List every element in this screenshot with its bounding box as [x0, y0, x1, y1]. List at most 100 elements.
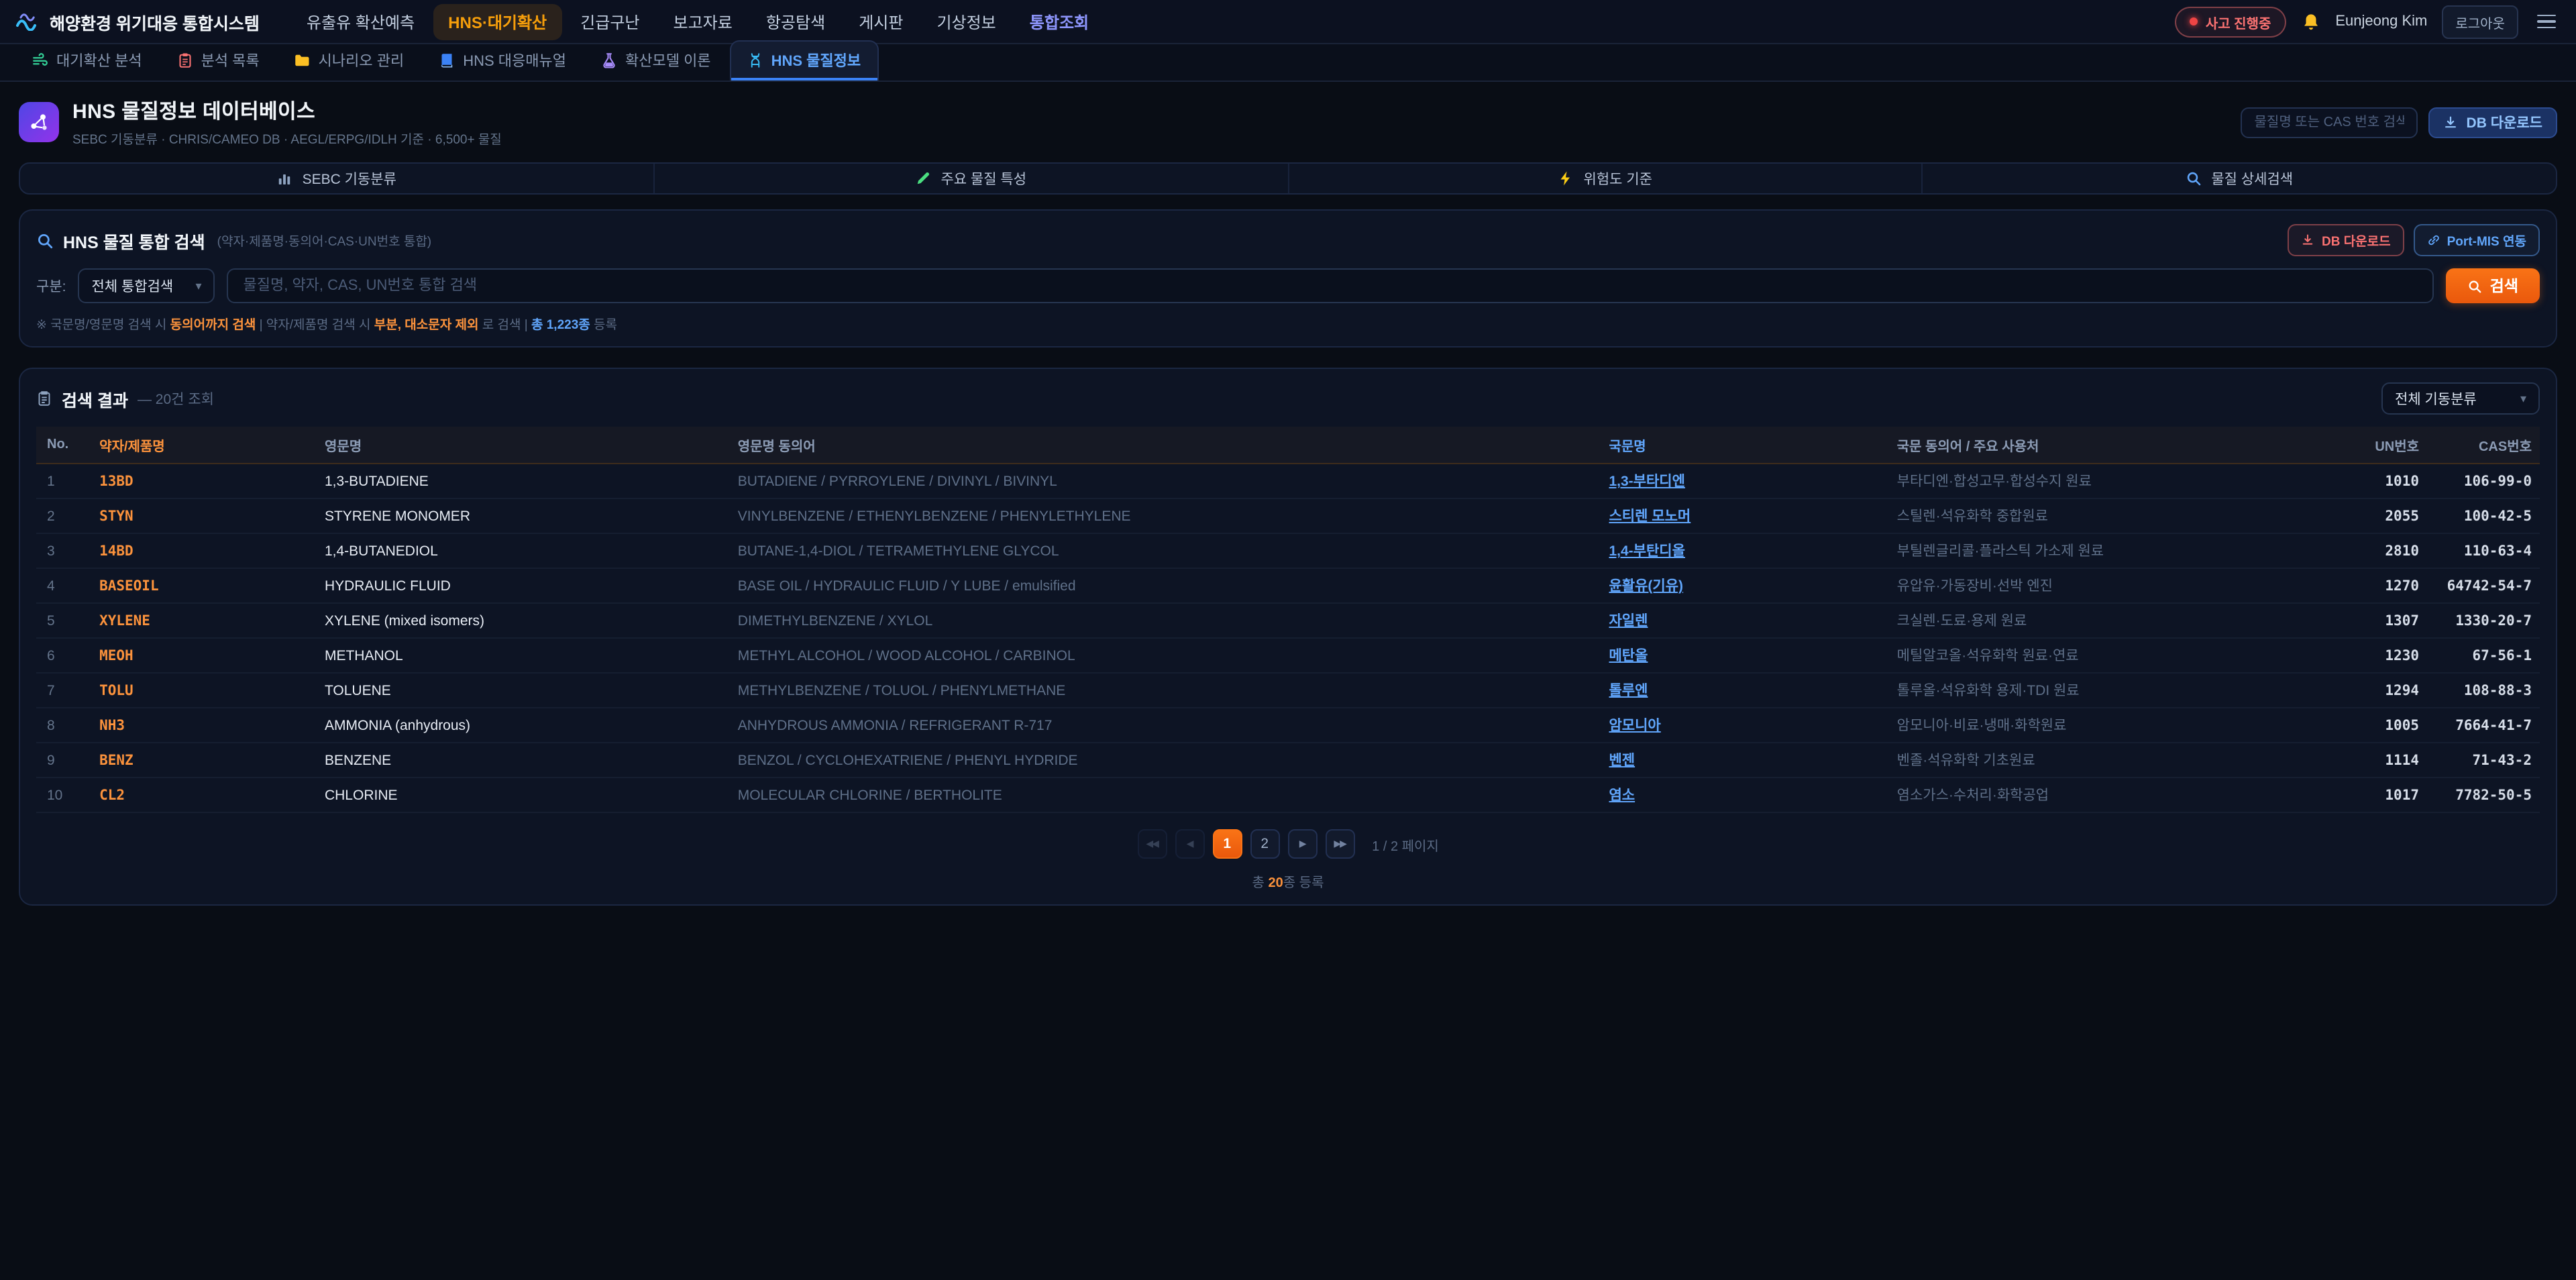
lightning-icon: [1558, 170, 1574, 186]
search-panel-header: HNS 물질 통합 검색 (약자·제품명·동의어·CAS·UN번호 통합) DB…: [36, 224, 2540, 256]
clipboard-icon: [177, 52, 193, 68]
nav-item-8[interactable]: 통합조회: [1015, 3, 1104, 40]
page-header: HNS 물질정보 데이터베이스 SEBC 기동분류 · CHRIS/CAMEO …: [0, 82, 2576, 160]
cell-kr_syn: 부틸렌글리콜·플라스틱 가소제 원료: [1889, 533, 2314, 568]
flask-icon: [601, 52, 617, 68]
table-row: 4BASEOILHYDRAULIC FLUIDBASE OIL / HYDRAU…: [36, 568, 2540, 603]
chip-db-label: DB 다운로드: [2322, 231, 2391, 250]
cell-en_syn: BUTANE-1,4-DIOL / TETRAMETHYLENE GLYCOL: [730, 533, 1601, 568]
nav-item-5[interactable]: 항공탐색: [751, 3, 840, 40]
cell-un: 1005: [2314, 708, 2427, 743]
feature-label: 위험도 기준: [1584, 168, 1652, 189]
cell-no: 1: [36, 464, 91, 498]
cell-en: TOLUENE: [317, 673, 730, 708]
cell-en_syn: BENZOL / CYCLOHEXATRIENE / PHENYL HYDRID…: [730, 743, 1601, 778]
cell-no: 7: [36, 673, 91, 708]
search-button-label: 검색: [2490, 275, 2518, 297]
table-row: 2STYNSTYRENE MONOMERVINYLBENZENE / ETHEN…: [36, 498, 2540, 533]
results-count: — 20건 조회: [138, 388, 214, 409]
tab-1[interactable]: 대기확산 분석: [16, 42, 158, 81]
app-logo[interactable]: 해양환경 위기대응 통합시스템: [16, 9, 260, 34]
column-header-3: 영문명: [317, 427, 730, 464]
cell-kr_syn: 벤졸·석유화학 기초원료: [1889, 743, 2314, 778]
substance-kr-link[interactable]: 1,4-부탄디올: [1609, 543, 1684, 559]
category-label: 구분:: [36, 276, 66, 296]
unified-search-input[interactable]: [227, 268, 2434, 303]
page-button-1[interactable]: 1: [1212, 829, 1242, 859]
substance-kr-link[interactable]: 메탄올: [1609, 648, 1648, 664]
pagination: ◀◀◀12▶▶▶1 / 2 페이지: [36, 829, 2540, 859]
cell-en_syn: DIMETHYLBENZENE / XYLOL: [730, 603, 1601, 638]
substance-kr-link[interactable]: 톨루엔: [1609, 683, 1648, 699]
feature-item-4[interactable]: 물질 상세검색: [1922, 164, 2557, 193]
nav-item-1[interactable]: 유출유 확산예측: [292, 3, 429, 40]
last-page-button[interactable]: ▶▶: [1325, 829, 1354, 859]
table-row: 7TOLUTOLUENEMETHYLBENZENE / TOLUOL / PHE…: [36, 673, 2540, 708]
nav-item-2[interactable]: HNS·대기확산: [433, 3, 561, 40]
substance-kr-link[interactable]: 1,3-부타디엔: [1609, 474, 1684, 490]
portmis-link-button[interactable]: Port-MIS 연동: [2414, 224, 2540, 256]
tab-6[interactable]: HNS 물질정보: [730, 40, 879, 81]
tab-2[interactable]: 분석 목록: [161, 42, 276, 81]
substance-kr-link[interactable]: 윤활유(기유): [1609, 578, 1683, 594]
nav-item-7[interactable]: 기상정보: [922, 3, 1010, 40]
cell-kr_syn: 스틸렌·석유화학 중합원료: [1889, 498, 2314, 533]
incident-status-badge[interactable]: 사고 진행중: [2175, 6, 2286, 37]
table-row: 6MEOHMETHANOLMETHYL ALCOHOL / WOOD ALCOH…: [36, 638, 2540, 673]
results-title: 검색 결과: [62, 386, 128, 411]
class-filter-select[interactable]: 전체 기동분류 ▾: [2381, 382, 2540, 415]
cell-no: 6: [36, 638, 91, 673]
db-download-chip-button[interactable]: DB 다운로드: [2288, 224, 2404, 256]
wind-icon: [32, 52, 48, 68]
substance-kr-link[interactable]: 자일렌: [1609, 613, 1648, 629]
category-select-value: 전체 통합검색: [92, 276, 174, 296]
tab-label: 확산모델 이론: [625, 50, 711, 71]
substance-kr-link[interactable]: 벤젠: [1609, 753, 1635, 769]
tab-4[interactable]: HNS 대응매뉴얼: [423, 42, 582, 81]
page-title: HNS 물질정보 데이터베이스: [72, 97, 502, 125]
search-form: 구분: 전체 통합검색 ▾ 검색: [36, 268, 2540, 303]
cell-cas: 110-63-4: [2427, 533, 2540, 568]
prev-page-button[interactable]: ◀: [1175, 829, 1204, 859]
results-header: 검색 결과 — 20건 조회 전체 기동분류 ▾: [36, 382, 2540, 415]
substance-kr-link[interactable]: 암모니아: [1609, 718, 1660, 734]
cell-kr: 메탄올: [1601, 638, 1888, 673]
incident-label: 사고 진행중: [2206, 11, 2271, 32]
cell-cas: 7664-41-7: [2427, 708, 2540, 743]
substance-kr-link[interactable]: 염소: [1609, 788, 1635, 804]
tab-5[interactable]: 확산모델 이론: [585, 42, 727, 81]
nav-item-4[interactable]: 보고자료: [659, 3, 747, 40]
page-button-2[interactable]: 2: [1250, 829, 1279, 859]
app-root: 해양환경 위기대응 통합시스템 유출유 확산예측HNS·대기확산긴급구난보고자료…: [0, 0, 2576, 1280]
notification-bell-icon[interactable]: [2300, 11, 2320, 32]
header-search-input[interactable]: [2241, 107, 2418, 138]
nav-item-6[interactable]: 게시판: [844, 3, 918, 40]
nav-item-3[interactable]: 긴급구난: [566, 3, 654, 40]
cell-kr: 스티렌 모노머: [1601, 498, 1888, 533]
feature-label: 주요 물질 특성: [941, 168, 1026, 189]
cell-en: CHLORINE: [317, 778, 730, 812]
next-page-button[interactable]: ▶: [1287, 829, 1317, 859]
results-panel: 검색 결과 — 20건 조회 전체 기동분류 ▾ No.약자/제품명영문명영문명…: [19, 368, 2557, 906]
download-icon: [2444, 115, 2459, 129]
cell-cas: 100-42-5: [2427, 498, 2540, 533]
column-header-8: CAS번호: [2427, 427, 2540, 464]
search-panel: HNS 물질 통합 검색 (약자·제품명·동의어·CAS·UN번호 통합) DB…: [19, 209, 2557, 348]
cell-en: XYLENE (mixed isomers): [317, 603, 730, 638]
feature-item-1[interactable]: SEBC 기동분류: [20, 164, 653, 193]
feature-item-2[interactable]: 주요 물질 특성: [653, 164, 1288, 193]
chevron-down-icon: ▾: [2520, 391, 2526, 406]
logout-button[interactable]: 로그아웃: [2442, 5, 2518, 38]
feature-item-3[interactable]: 위험도 기준: [1287, 164, 1922, 193]
tab-3[interactable]: 시나리오 관리: [278, 42, 421, 81]
first-page-button[interactable]: ◀◀: [1137, 829, 1167, 859]
hamburger-menu-icon[interactable]: [2533, 9, 2560, 34]
cell-cas: 1330-20-7: [2427, 603, 2540, 638]
cell-un: 1010: [2314, 464, 2427, 498]
header-db-download-button[interactable]: DB 다운로드: [2429, 107, 2557, 138]
search-button[interactable]: 검색: [2446, 268, 2540, 303]
substance-kr-link[interactable]: 스티렌 모노머: [1609, 509, 1690, 525]
main-nav: 유출유 확산예측HNS·대기확산긴급구난보고자료항공탐색게시판기상정보통합조회: [292, 3, 1104, 40]
tab-label: HNS 대응매뉴얼: [463, 50, 566, 71]
category-select[interactable]: 전체 통합검색 ▾: [78, 268, 215, 303]
